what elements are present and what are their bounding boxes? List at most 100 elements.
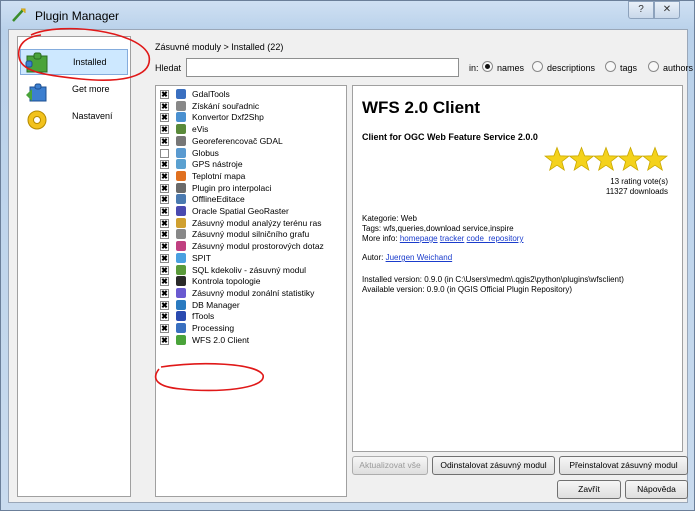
plugin-enable-checkbox[interactable]: ✖ [160, 300, 169, 310]
radio-descriptions[interactable] [532, 61, 543, 72]
ftools-icon [176, 311, 186, 322]
plugin-list-item[interactable]: ✖ Zásuvný modul prostorových dotaz [158, 241, 344, 252]
topology-checker-icon [176, 276, 186, 287]
radio-tags[interactable] [605, 61, 616, 72]
spatial-query-icon [176, 241, 186, 252]
plugin-name: Zásuvný modul prostorových dotaz [192, 241, 324, 252]
plugin-enable-checkbox[interactable]: ✖ [160, 253, 169, 263]
window-help-button[interactable]: ? [628, 1, 654, 19]
plugin-list-item[interactable]: ✖ Zásuvný modul silničního grafu [158, 229, 344, 240]
dialog-client-area: Installed Get more Nastavení Zásuvné mod… [8, 29, 693, 503]
gear-settings-icon [27, 110, 47, 130]
plugin-name: Získání souřadnic [192, 100, 260, 111]
puzzle-piece-icon [176, 334, 186, 345]
plugin-author: Autor: Juergen Weichand [362, 253, 452, 262]
rating-votes: 13 rating vote(s) [610, 177, 668, 186]
plugin-name: SPIT [192, 252, 211, 263]
upgrade-all-button[interactable]: Aktualizovat vše [352, 456, 428, 475]
uninstall-plugin-button[interactable]: Odinstalovat zásuvný modul [432, 456, 555, 475]
plugin-list[interactable]: ✖ GdalTools ✖ Získání souřadnic ✖ Konvertor D… [155, 85, 347, 497]
plugin-details-panel: WFS 2.0 Client Client for OGC Web Featur… [352, 85, 683, 452]
plugin-enable-checkbox[interactable]: ✖ [160, 136, 169, 146]
plugin-enable-checkbox[interactable] [160, 148, 169, 158]
plugin-list-item[interactable]: ✖ Plugin pro interpolaci [158, 182, 344, 194]
dxf2shp-icon [176, 112, 186, 123]
plugin-name: WFS 2.0 Client [192, 334, 250, 345]
plugin-list-item[interactable]: ✖ Konvertor Dxf2Shp [158, 112, 344, 123]
tracker-link[interactable]: tracker [440, 234, 464, 243]
plugin-enable-checkbox[interactable]: ✖ [160, 242, 169, 252]
qgis-logo-icon [12, 8, 26, 22]
processing-gear-icon [176, 323, 186, 333]
author-label: Autor: [362, 253, 384, 262]
plugin-list-item[interactable]: ✖ GPS nástroje [158, 159, 344, 170]
oracle-georaster-icon [176, 206, 186, 216]
reinstall-plugin-button[interactable]: Přeinstalovat zásuvný modul [559, 456, 688, 475]
plugin-list-item[interactable]: ✖ Oracle Spatial GeoRaster [158, 206, 344, 217]
help-button[interactable]: Nápověda [625, 480, 688, 499]
plugin-list-item[interactable]: ✖ GdalTools [158, 89, 344, 100]
plugin-enable-checkbox[interactable]: ✖ [160, 160, 169, 170]
plugin-enable-checkbox[interactable]: ✖ [160, 312, 169, 322]
plugin-list-item[interactable]: ✖ Teplotní mapa [158, 170, 344, 182]
plugin-enable-checkbox[interactable]: ✖ [160, 207, 169, 216]
rating-info: 13 rating vote(s) 11327 downloads [606, 177, 668, 197]
radio-authors[interactable] [648, 61, 659, 72]
window-title: Plugin Manager [35, 9, 120, 23]
sidebar-item-get-more[interactable]: Get more [20, 81, 128, 107]
plugin-enable-checkbox[interactable]: ✖ [160, 113, 169, 123]
plugin-list-item[interactable]: ✖ Zásuvný modul analýzy terénu ras [158, 217, 344, 229]
plugin-manager-window: Plugin Manager ? ✕ Installed Get more Na… [0, 0, 695, 511]
author-link[interactable]: Juergen Weichand [386, 253, 453, 262]
plugin-list-item[interactable]: ✖ Processing [158, 323, 344, 334]
plugin-enable-checkbox[interactable]: ✖ [160, 230, 169, 240]
plugin-enable-checkbox[interactable]: ✖ [160, 324, 169, 333]
plugin-list-item[interactable]: ✖ eVis [158, 124, 344, 135]
terrain-analysis-icon [176, 217, 186, 228]
plugin-list-item[interactable]: ✖ WFS 2.0 Client [158, 334, 344, 346]
plugin-enable-checkbox[interactable]: ✖ [160, 171, 169, 181]
search-in-label: in: [469, 63, 479, 73]
star-icon [617, 146, 644, 172]
plugin-list-item[interactable]: Globus [158, 147, 344, 159]
plugin-enable-checkbox[interactable]: ✖ [160, 218, 169, 228]
plugin-enable-checkbox[interactable]: ✖ [160, 277, 169, 287]
plugin-list-item[interactable]: ✖ Zásuvný modul zonální statistiky [158, 287, 344, 299]
radio-names[interactable] [482, 61, 493, 72]
homepage-link[interactable]: homepage [400, 234, 438, 243]
plugin-enable-checkbox[interactable]: ✖ [160, 265, 169, 275]
gdal-tools-icon [176, 89, 186, 99]
plugin-enable-checkbox[interactable]: ✖ [160, 195, 169, 205]
plugin-list-item[interactable]: ✖ Kontrola topologie [158, 276, 344, 287]
heatmap-icon [176, 170, 186, 181]
window-close-button[interactable]: ✕ [654, 1, 680, 19]
plugin-enable-checkbox[interactable]: ✖ [160, 183, 169, 193]
plugin-enable-checkbox[interactable]: ✖ [160, 335, 169, 345]
code-repository-link[interactable]: code_repository [467, 234, 524, 243]
plugin-enable-checkbox[interactable]: ✖ [160, 90, 169, 99]
installed-version: Installed version: 0.9.0 (in C:\Users\me… [362, 275, 624, 284]
plugin-enable-checkbox[interactable]: ✖ [160, 101, 169, 111]
plugin-list-item[interactable]: ✖ OfflineEditace [158, 194, 344, 205]
plugin-name: Georeferencovač GDAL [192, 135, 283, 146]
plugin-title: WFS 2.0 Client [362, 98, 481, 117]
plugin-list-item[interactable]: ✖ fTools [158, 311, 344, 322]
plugin-list-item[interactable]: ✖ SQL kdekoliv - zásuvný modul [158, 264, 344, 276]
sidebar-item-installed[interactable]: Installed [20, 49, 128, 75]
plugin-tags: Tags: wfs,queries,download service,inspi… [362, 224, 514, 233]
plugin-name: Kontrola topologie [192, 276, 261, 287]
plugin-enable-checkbox[interactable]: ✖ [160, 288, 169, 298]
plugin-list-item[interactable]: ✖ SPIT [158, 252, 344, 264]
sql-anywhere-icon [176, 264, 186, 275]
plugin-enable-checkbox[interactable]: ✖ [160, 125, 169, 135]
download-count: 11327 downloads [605, 187, 668, 196]
sidebar-item-settings[interactable]: Nastavení [20, 107, 128, 133]
search-input[interactable] [186, 58, 459, 77]
sidebar-item-label: Get more [72, 84, 110, 94]
plugin-list-item[interactable]: ✖ Georeferencovač GDAL [158, 135, 344, 147]
available-version: Available version: 0.9.0 (in QGIS Offici… [362, 285, 573, 294]
rating-stars [544, 146, 668, 172]
plugin-list-item[interactable]: ✖ DB Manager [158, 299, 344, 311]
plugin-list-item[interactable]: ✖ Získání souřadnic [158, 100, 344, 112]
close-button[interactable]: Zavřít [557, 480, 621, 499]
